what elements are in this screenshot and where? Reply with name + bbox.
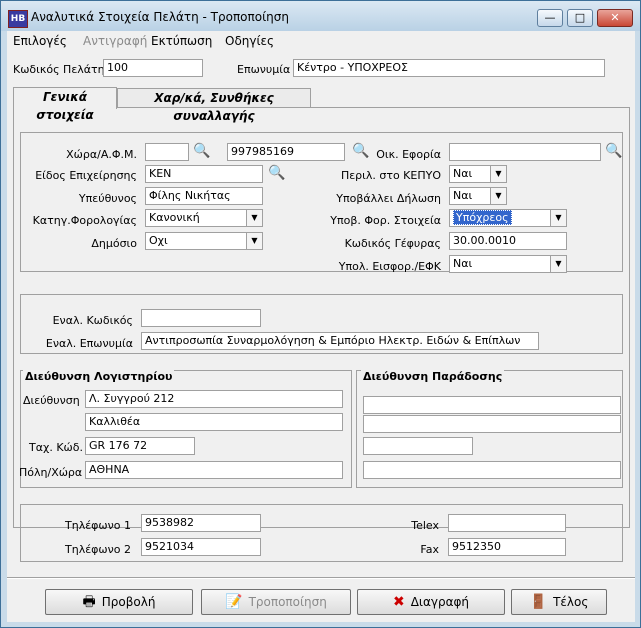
chevron-down-icon[interactable]: ▼: [490, 166, 506, 182]
tax-data-select[interactable]: Υπόχρεος ▼: [449, 209, 567, 227]
bridge-code-label: Κωδικός Γέφυρας: [344, 237, 441, 250]
delivery-address-title: Διεύθυνση Παράδοσης: [361, 370, 505, 383]
kepyo-value: Ναι: [453, 167, 473, 180]
alt-code-field[interactable]: [141, 309, 261, 327]
minimize-button[interactable]: —: [537, 9, 563, 27]
phone2-label: Τηλέφωνο 2: [65, 543, 131, 556]
city-country-label: Πόλη/Χώρα: [19, 466, 83, 479]
menu-help[interactable]: Οδηγίες: [225, 34, 274, 48]
delivery-postal-field[interactable]: [363, 437, 473, 455]
kepyo-select[interactable]: Ναι ▼: [449, 165, 507, 183]
app-icon[interactable]: HB: [8, 10, 28, 28]
tax-data-label: Υποβ. Φορ. Στοιχεία: [330, 214, 441, 227]
client-area: Κωδικός Πελάτη 100 Επωνυμία Κέντρο - ΥΠΟ…: [7, 51, 635, 622]
phone1-field[interactable]: 9538982: [141, 514, 261, 532]
chevron-down-icon[interactable]: ▼: [490, 188, 506, 204]
menu-copy[interactable]: Αντιγραφή: [83, 34, 147, 48]
afm-field[interactable]: 997985169: [227, 143, 345, 161]
tab-general[interactable]: Γενικά στοιχεία: [13, 87, 117, 122]
kepyo-label: Περιλ. στο ΚΕΠΥΟ: [340, 169, 441, 182]
end-button-label: Τέλος: [553, 595, 589, 609]
chevron-down-icon[interactable]: ▼: [550, 210, 566, 226]
tax-category-label: Κατηγ.Φορολογίας: [32, 214, 137, 227]
alt-name-label: Εναλ. Επωνυμία: [45, 337, 133, 350]
tax-category-value: Κανονική: [149, 211, 200, 224]
delivery-city-field[interactable]: [363, 461, 621, 479]
public-select[interactable]: Οχι ▼: [145, 232, 263, 250]
view-button[interactable]: 🖶 Προβολή: [45, 589, 193, 615]
declaration-select[interactable]: Ναι ▼: [449, 187, 507, 205]
address-label: Διεύθυνση: [23, 394, 80, 407]
responsible-field[interactable]: Φίλης Νικήτας: [145, 187, 263, 205]
modify-button-label: Τροποποίηση: [248, 595, 327, 609]
delete-button-label: Διαγραφή: [410, 595, 470, 609]
alt-code-label: Εναλ. Κωδικός: [52, 314, 133, 327]
public-label: Δημόσιο: [91, 237, 137, 250]
menu-options[interactable]: Επιλογές: [13, 34, 67, 48]
fax-label: Fax: [420, 543, 439, 556]
tax-category-select[interactable]: Κανονική ▼: [145, 209, 263, 227]
maximize-button[interactable]: □: [567, 9, 593, 27]
alt-name-field[interactable]: Αντιπροσωπία Συναρμολόγηση & Εμπόριο Ηλε…: [141, 332, 539, 350]
customer-code-label: Κωδικός Πελάτη: [13, 63, 105, 76]
tab-transaction-terms[interactable]: Χαρ/κά, Συνθήκες συναλλαγής: [117, 88, 311, 123]
phone1-label: Τηλέφωνο 1: [65, 519, 131, 532]
exit-door-icon: 🚪: [529, 594, 548, 610]
search-icon[interactable]: 🔍: [267, 163, 287, 183]
efk-select[interactable]: Ναι ▼: [449, 255, 567, 273]
accounting-city-field[interactable]: ΑΘΗΝΑ: [85, 461, 343, 479]
delivery-address-line2[interactable]: [363, 415, 621, 433]
delivery-address-line1[interactable]: [363, 396, 621, 414]
accounting-postal-field[interactable]: GR 176 72: [85, 437, 195, 455]
title-bar[interactable]: HB Αναλυτικά Στοιχεία Πελάτη - Τροποποίη…: [1, 1, 640, 31]
close-button[interactable]: ✕: [597, 9, 633, 27]
declaration-label: Υποβάλλει Δήλωση: [336, 192, 441, 205]
chevron-down-icon[interactable]: ▼: [550, 256, 566, 272]
declaration-value: Ναι: [453, 189, 473, 202]
accounting-address-title: Διεύθυνση Λογιστηρίου: [23, 370, 175, 383]
button-separator: [7, 577, 635, 579]
company-name-label: Επωνυμία: [237, 63, 291, 76]
menu-bar: Επιλογές Αντιγραφή Εκτύπωση Οδηγίες: [7, 31, 635, 51]
delete-button[interactable]: ✖ Διαγραφή: [357, 589, 505, 615]
window-title: Αναλυτικά Στοιχεία Πελάτη - Τροποποίηση: [31, 10, 289, 24]
menu-print[interactable]: Εκτύπωση: [151, 34, 212, 48]
end-button[interactable]: 🚪 Τέλος: [511, 589, 607, 615]
accounting-address-line1[interactable]: Λ. Συγγρού 212: [85, 390, 343, 408]
view-button-label: Προβολή: [101, 595, 156, 609]
phone2-field[interactable]: 9521034: [141, 538, 261, 556]
country-field[interactable]: [145, 143, 189, 161]
fax-field[interactable]: 9512350: [448, 538, 566, 556]
accounting-address-line2[interactable]: Καλλιθέα: [85, 413, 343, 431]
efk-value: Ναι: [453, 257, 473, 270]
postal-code-label: Ταχ. Κώδ.: [29, 441, 83, 454]
delete-x-icon: ✖: [392, 594, 405, 610]
tax-data-value: Υπόχρεος: [453, 210, 512, 225]
chevron-down-icon[interactable]: ▼: [246, 210, 262, 226]
application-window: HB Αναλυτικά Στοιχεία Πελάτη - Τροποποίη…: [0, 0, 641, 628]
business-type-field[interactable]: ΚΕΝ: [145, 165, 263, 183]
bridge-code-field[interactable]: 30.00.0010: [449, 232, 567, 250]
search-icon[interactable]: 🔍: [192, 141, 212, 161]
chevron-down-icon[interactable]: ▼: [246, 233, 262, 249]
printer-icon: 🖶: [82, 594, 96, 610]
search-icon[interactable]: 🔍: [604, 141, 624, 161]
business-type-label: Είδος Επιχείρησης: [35, 169, 137, 182]
company-name-field[interactable]: Κέντρο - ΥΠΟΧΡΕΟΣ: [293, 59, 605, 77]
telex-field[interactable]: [448, 514, 566, 532]
customer-code-field[interactable]: 100: [103, 59, 203, 77]
edit-document-icon: 📝: [225, 594, 243, 610]
country-afm-label: Χώρα/Α.Φ.Μ.: [66, 148, 137, 161]
tax-office-field[interactable]: [449, 143, 601, 161]
modify-button[interactable]: 📝 Τροποποίηση: [201, 589, 351, 615]
public-value: Οχι: [149, 234, 168, 247]
telex-label: Telex: [411, 519, 439, 532]
responsible-label: Υπεύθυνος: [78, 192, 137, 205]
efk-label: Υπολ. Εισφορ./ΕΦΚ: [338, 260, 441, 273]
tax-office-label: Οικ. Εφορία: [376, 148, 441, 161]
